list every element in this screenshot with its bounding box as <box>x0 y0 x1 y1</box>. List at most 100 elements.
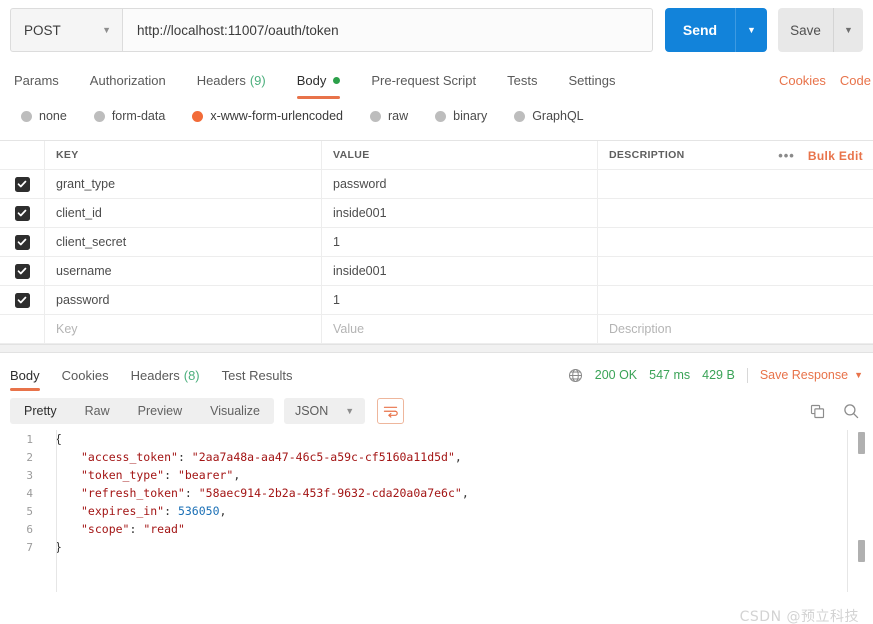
json-token: , <box>454 450 462 464</box>
save-response-button[interactable]: Save Response ▼ <box>760 368 863 382</box>
row-key-cell[interactable]: username <box>45 257 322 285</box>
tab-body[interactable]: Body <box>296 63 341 99</box>
chevron-down-icon: ▼ <box>102 25 111 35</box>
row-value-cell[interactable]: 1 <box>322 286 598 314</box>
row-checkbox-checked[interactable] <box>14 263 30 279</box>
row-value-value: password <box>333 177 387 191</box>
row-checkbox-cell <box>0 199 45 227</box>
body-type-raw[interactable]: raw <box>370 109 408 123</box>
tab-params[interactable]: Params <box>14 63 59 97</box>
row-value-cell[interactable]: inside001 <box>322 257 598 285</box>
view-mode-preview[interactable]: Preview <box>124 398 196 424</box>
pane-splitter[interactable] <box>0 344 873 353</box>
cookies-link[interactable]: Cookies <box>779 73 826 88</box>
row-key-cell[interactable]: client_secret <box>45 228 322 256</box>
body-type-graphql[interactable]: GraphQL <box>514 109 584 123</box>
json-line: 2 "access_token": "2aa7a48a-aa47-46c5-a59… <box>0 448 873 466</box>
tab-settings[interactable]: Settings <box>568 63 615 97</box>
row-key-cell[interactable]: grant_type <box>45 170 322 198</box>
view-mode-pretty[interactable]: Pretty <box>10 398 71 424</box>
body-type-none-label: none <box>39 109 67 123</box>
row-key-value: password <box>56 293 110 307</box>
copy-icon[interactable] <box>810 404 825 419</box>
response-tab-headers-count: (8) <box>183 367 200 383</box>
json-line: 4 "refresh_token": "58aec914-2b2a-453f-96… <box>0 484 873 502</box>
body-type-form-data[interactable]: form-data <box>93 109 166 123</box>
row-description-cell[interactable] <box>598 199 873 227</box>
tab-authorization[interactable]: Authorization <box>90 63 166 97</box>
code-link[interactable]: Code <box>840 73 873 88</box>
json-line-text: "access_token": "2aa7a48a-aa47-46c5-a59c… <box>45 450 462 464</box>
line-number: 7 <box>26 540 33 554</box>
tab-pre-request-script[interactable]: Pre-request Script <box>371 63 476 97</box>
scrollbar-thumb-top[interactable] <box>858 432 865 454</box>
json-line-text: } <box>45 540 62 554</box>
row-value-cell[interactable]: 1 <box>322 228 598 256</box>
response-time: 547 ms <box>649 368 691 382</box>
row-checkbox-checked[interactable] <box>14 292 30 308</box>
body-present-indicator-icon <box>333 76 341 84</box>
row-description-cell[interactable] <box>598 170 873 198</box>
row-checkbox-checked[interactable] <box>14 205 30 221</box>
save-button[interactable]: Save <box>778 8 833 52</box>
body-type-none[interactable]: none <box>21 109 67 123</box>
search-icon[interactable] <box>843 403 859 419</box>
row-description-cell[interactable] <box>598 228 873 256</box>
send-button-group: Send ▼ <box>665 8 767 52</box>
line-number: 6 <box>26 522 33 536</box>
new-value-input[interactable]: Value <box>322 315 598 343</box>
table-header-actions: ••• Bulk Edit <box>778 141 863 169</box>
send-button[interactable]: Send <box>665 8 735 52</box>
more-options-icon[interactable]: ••• <box>778 148 795 163</box>
tab-body-label: Body <box>296 72 327 88</box>
row-description-cell[interactable] <box>598 286 873 314</box>
json-line: 7} <box>0 538 873 556</box>
globe-icon <box>568 368 583 383</box>
tab-headers[interactable]: Headers (9) <box>197 63 266 97</box>
body-type-x-www-form-urlencoded[interactable]: x-www-form-urlencoded <box>192 109 343 123</box>
response-tab-body[interactable]: Body <box>10 358 40 392</box>
tab-authorization-label: Authorization <box>89 72 166 88</box>
line-number: 3 <box>26 468 33 482</box>
word-wrap-toggle[interactable] <box>377 398 405 424</box>
json-line: 1{ <box>0 430 873 448</box>
view-mode-raw[interactable]: Raw <box>71 398 124 424</box>
body-type-binary[interactable]: binary <box>435 109 487 123</box>
tab-tests[interactable]: Tests <box>507 63 537 97</box>
row-checkbox-cell-empty <box>0 315 45 343</box>
send-options-chevron-down-icon[interactable]: ▼ <box>735 8 767 52</box>
row-key-cell[interactable]: client_id <box>45 199 322 227</box>
bulk-edit-link[interactable]: Bulk Edit <box>808 149 863 163</box>
row-description-cell[interactable] <box>598 257 873 285</box>
table-row: client_id inside001 <box>0 199 873 228</box>
new-description-placeholder: Description <box>609 322 672 336</box>
json-token: "58aec914-2b2a-453f-9632-cda20a0a7e6c" <box>198 486 462 500</box>
body-type-form-data-label: form-data <box>111 109 166 123</box>
row-checkbox-checked[interactable] <box>14 234 30 250</box>
view-mode-visualize[interactable]: Visualize <box>196 398 274 424</box>
row-key-cell[interactable]: password <box>45 286 322 314</box>
new-description-input[interactable]: Description <box>598 315 873 343</box>
response-format-select[interactable]: JSON ▼ <box>283 398 366 424</box>
request-url-input[interactable]: http://localhost:11007/oauth/token <box>123 8 653 52</box>
http-method-select[interactable]: POST ▼ <box>10 8 123 52</box>
row-value-cell[interactable]: password <box>322 170 598 198</box>
response-tab-test-results[interactable]: Test Results <box>222 358 293 392</box>
json-line-text: "scope": "read" <box>45 522 185 536</box>
response-tab-cookies[interactable]: Cookies <box>62 358 109 392</box>
new-key-input[interactable]: Key <box>45 315 322 343</box>
json-token: "bearer" <box>177 468 234 482</box>
request-url-value: http://localhost:11007/oauth/token <box>137 22 339 38</box>
row-value-cell[interactable]: inside001 <box>322 199 598 227</box>
save-options-chevron-down-icon[interactable]: ▼ <box>833 8 863 52</box>
scrollbar-thumb-bottom[interactable] <box>858 540 865 562</box>
response-body-viewer[interactable]: 1{2 "access_token": "2aa7a48a-aa47-46c5-a… <box>0 430 873 592</box>
response-toolbar: Pretty Raw Preview Visualize JSON ▼ <box>0 392 873 430</box>
json-token: "read" <box>143 522 185 536</box>
row-checkbox-checked[interactable] <box>14 176 30 192</box>
response-tab-headers[interactable]: Headers (8) <box>131 358 200 392</box>
body-type-radio-group: none form-data x-www-form-urlencoded raw… <box>0 103 873 129</box>
line-number: 1 <box>26 432 33 446</box>
json-line: 5 "expires_in": 536050, <box>0 502 873 520</box>
body-type-x-www-form-urlencoded-label: x-www-form-urlencoded <box>210 109 343 123</box>
